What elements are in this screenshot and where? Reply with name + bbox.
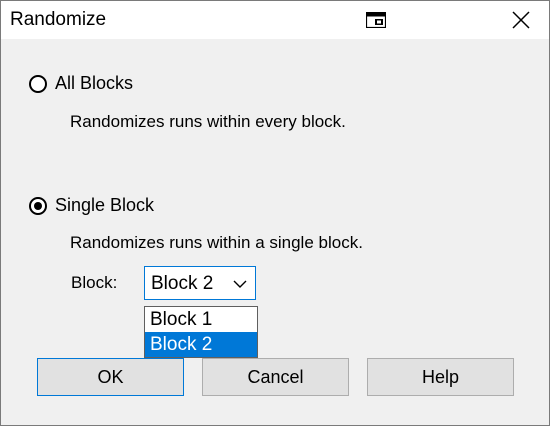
close-icon[interactable] [510, 9, 532, 31]
title-bar: Randomize [1, 1, 549, 39]
chevron-down-icon [233, 280, 247, 288]
block-select[interactable]: Block 2 [144, 266, 256, 300]
single-block-radio[interactable] [29, 197, 47, 215]
block-select-value: Block 2 [151, 273, 214, 294]
context-help-icon[interactable] [366, 12, 386, 28]
randomize-dialog: Randomize All Blocks Randomizes runs wit… [0, 0, 550, 426]
all-blocks-label[interactable]: All Blocks [55, 73, 133, 94]
cancel-button[interactable]: Cancel [202, 358, 349, 396]
single-block-label[interactable]: Single Block [55, 195, 154, 216]
window-title: Randomize [10, 9, 107, 30]
single-block-description: Randomizes runs within a single block. [70, 233, 363, 252]
block-option-2[interactable]: Block 2 [145, 332, 257, 357]
all-blocks-description: Randomizes runs within every block. [70, 112, 346, 131]
radio-selected-dot [34, 202, 42, 210]
all-blocks-radio[interactable] [29, 75, 47, 93]
ok-button[interactable]: OK [37, 358, 184, 396]
block-select-dropdown: Block 1 Block 2 [144, 306, 258, 358]
block-select-label: Block: [71, 273, 118, 292]
help-button[interactable]: Help [367, 358, 514, 396]
block-option-1[interactable]: Block 1 [145, 307, 257, 332]
